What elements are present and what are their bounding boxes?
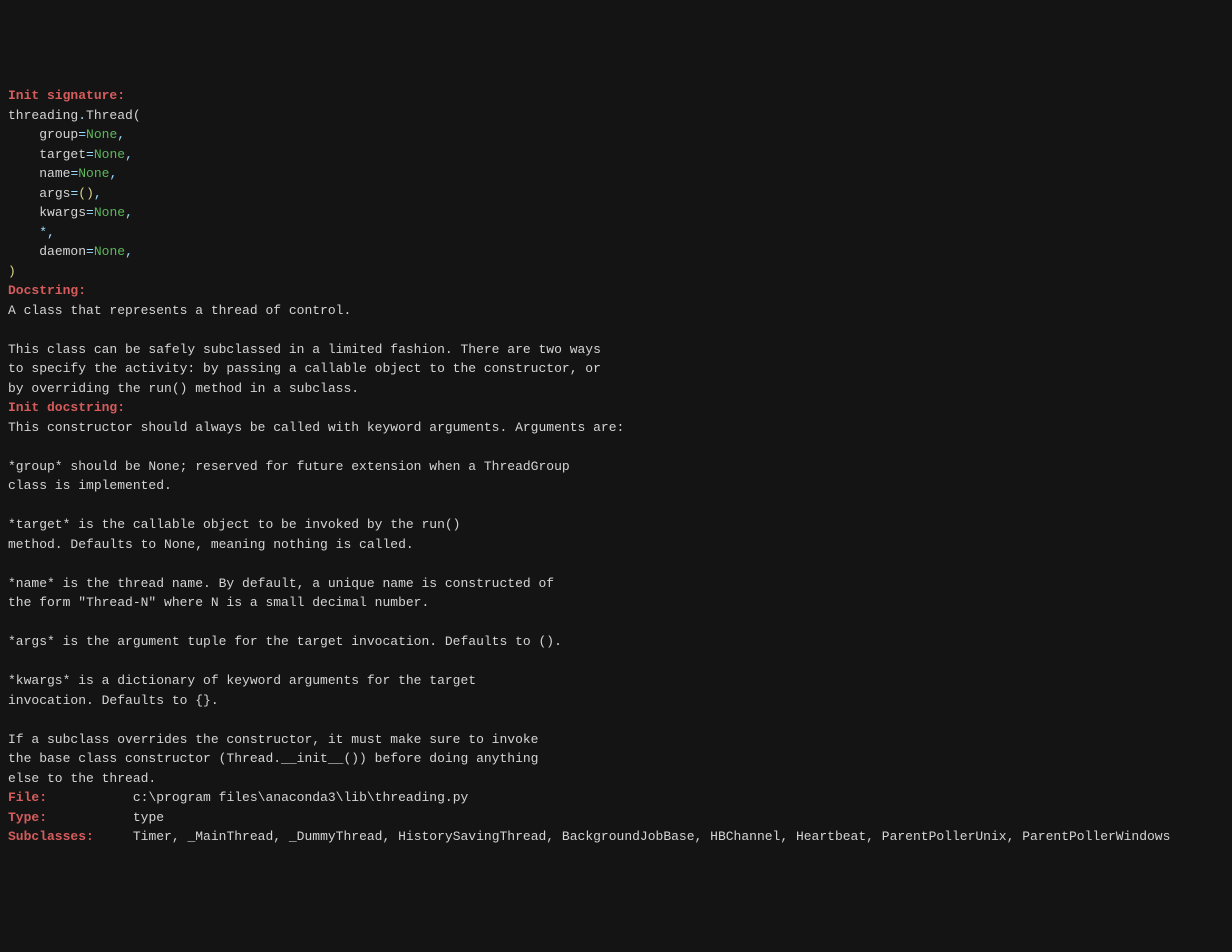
init-docstring-line: *group* should be None; reserved for fut… xyxy=(8,457,1224,477)
docstring-line: This class can be safely subclassed in a… xyxy=(8,340,1224,360)
init-signature-header: Init signature: xyxy=(8,88,125,103)
param-value-none: None xyxy=(86,127,117,142)
tuple-close: ) xyxy=(86,186,94,201)
param-name-daemon: daemon xyxy=(39,244,86,259)
open-paren: ( xyxy=(133,108,141,123)
param-value-none: None xyxy=(94,205,125,220)
help-output: Init signature:threading.Thread( group=N… xyxy=(8,86,1224,847)
docstring-line: A class that represents a thread of cont… xyxy=(8,301,1224,321)
file-value: c:\program files\anaconda3\lib\threading… xyxy=(133,790,468,805)
comma: , xyxy=(125,205,133,220)
param-name-args: args xyxy=(39,186,70,201)
comma: , xyxy=(125,244,133,259)
init-docstring-line: the base class constructor (Thread.__ini… xyxy=(8,749,1224,769)
init-docstring-line xyxy=(8,613,1224,633)
init-docstring-line: *args* is the argument tuple for the tar… xyxy=(8,632,1224,652)
close-paren: ) xyxy=(8,264,16,279)
init-docstring-line xyxy=(8,652,1224,672)
eq-operator: = xyxy=(86,205,94,220)
init-docstring-line xyxy=(8,496,1224,516)
init-docstring-line: *kwargs* is a dictionary of keyword argu… xyxy=(8,671,1224,691)
init-docstring-line: This constructor should always be called… xyxy=(8,418,1224,438)
init-docstring-line xyxy=(8,437,1224,457)
subclasses-value: Timer, _MainThread, _DummyThread, Histor… xyxy=(133,829,1171,844)
comma: , xyxy=(47,225,55,240)
param-value-none: None xyxy=(94,147,125,162)
comma: , xyxy=(125,147,133,162)
param-star: * xyxy=(39,225,47,240)
param-name-target: target xyxy=(39,147,86,162)
file-header: File: xyxy=(8,790,47,805)
type-value: type xyxy=(133,810,164,825)
init-docstring-line: *target* is the callable object to be in… xyxy=(8,515,1224,535)
eq-operator: = xyxy=(86,244,94,259)
class-module: threading xyxy=(8,108,78,123)
docstring-line: to specify the activity: by passing a ca… xyxy=(8,359,1224,379)
comma: , xyxy=(109,166,117,181)
docstring-line xyxy=(8,320,1224,340)
eq-operator: = xyxy=(86,147,94,162)
init-docstring-line: class is implemented. xyxy=(8,476,1224,496)
eq-operator: = xyxy=(78,127,86,142)
class-name: Thread xyxy=(86,108,133,123)
docstring-header: Docstring: xyxy=(8,283,86,298)
init-docstring-line: If a subclass overrides the constructor,… xyxy=(8,730,1224,750)
param-name-group: group xyxy=(39,127,78,142)
tuple-open: ( xyxy=(78,186,86,201)
dot-operator: . xyxy=(78,108,86,123)
init-docstring-line: else to the thread. xyxy=(8,769,1224,789)
init-docstring-line: invocation. Defaults to {}. xyxy=(8,691,1224,711)
init-docstring-line xyxy=(8,710,1224,730)
init-docstring-header: Init docstring: xyxy=(8,400,125,415)
subclasses-header: Subclasses: xyxy=(8,829,94,844)
type-header: Type: xyxy=(8,810,47,825)
docstring-line: by overriding the run() method in a subc… xyxy=(8,379,1224,399)
param-name-kwargs: kwargs xyxy=(39,205,86,220)
param-name-name: name xyxy=(39,166,70,181)
init-docstring-line: method. Defaults to None, meaning nothin… xyxy=(8,535,1224,555)
param-value-none: None xyxy=(94,244,125,259)
init-docstring-line xyxy=(8,554,1224,574)
comma: , xyxy=(117,127,125,142)
param-value-none: None xyxy=(78,166,109,181)
init-docstring-line: the form "Thread-N" where N is a small d… xyxy=(8,593,1224,613)
comma: , xyxy=(94,186,102,201)
init-docstring-line: *name* is the thread name. By default, a… xyxy=(8,574,1224,594)
